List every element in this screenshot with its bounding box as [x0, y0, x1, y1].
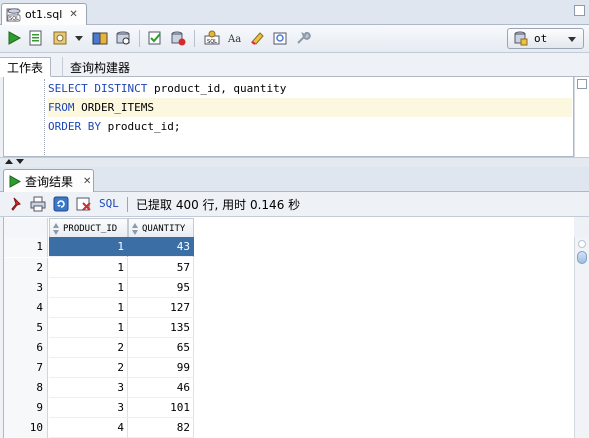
document-tab-label: ot1.sql: [25, 8, 63, 21]
results-toolbar: SQL 已提取 400 行, 用时 0.146 秒: [0, 192, 589, 217]
document-tab-strip: SQL ot1.sql ✕: [0, 0, 589, 25]
run-statement-button[interactable]: [4, 28, 24, 48]
commit-button[interactable]: [90, 28, 110, 48]
pin-icon: [11, 197, 21, 211]
freeze-view-button[interactable]: [7, 195, 25, 213]
tab-worksheet[interactable]: 工作表: [0, 57, 52, 77]
svg-text:SQL: SQL: [207, 39, 217, 45]
document-tab-ot1-sql[interactable]: SQL ot1.sql ✕: [1, 3, 87, 25]
svg-text:Aa: Aa: [227, 34, 241, 45]
autotrace-button[interactable]: [50, 28, 70, 48]
table-row[interactable]: 5 1 135: [4, 318, 574, 338]
tab-query-result[interactable]: 查询结果 ✕: [3, 169, 94, 192]
collapse-up-icon[interactable]: [5, 159, 13, 164]
wrench-icon: [297, 31, 311, 44]
scroll-thumb[interactable]: [577, 251, 587, 264]
sql-developer-window: SQL ot1.sql ✕ SQL Aa ot 工作表 查询构建器 SELECT…: [0, 0, 589, 438]
sql-history-icon: SQL: [204, 30, 220, 45]
checklist-icon: [148, 31, 161, 45]
database-connection-icon: [514, 31, 528, 46]
sql-link[interactable]: SQL: [99, 197, 119, 210]
editor-scrollbar[interactable]: [574, 77, 589, 157]
table-row[interactable]: 4 1 127: [4, 298, 574, 318]
results-grid[interactable]: PRODUCT_ID QUANTITY 1 1 43 2 1 57 3 1 95…: [3, 217, 574, 438]
scroll-up-button[interactable]: [578, 240, 586, 248]
autotrace-icon: [53, 31, 67, 45]
close-icon[interactable]: ✕: [83, 176, 91, 187]
chevron-down-icon[interactable]: [75, 36, 83, 41]
rollback-button[interactable]: [168, 28, 188, 48]
play-icon: [8, 31, 22, 45]
table-row[interactable]: 7 2 99: [4, 358, 574, 378]
results-tab-label: 查询结果: [25, 174, 74, 189]
clear-button[interactable]: [247, 28, 267, 48]
worksheet-sub-tabs: 工作表 查询构建器: [0, 54, 589, 77]
column-header-quantity[interactable]: QUANTITY: [128, 218, 194, 239]
svg-text:SQL: SQL: [9, 16, 19, 22]
table-row[interactable]: 8 3 46: [4, 378, 574, 398]
refresh-icon: [53, 196, 69, 212]
close-icon[interactable]: ✕: [69, 9, 77, 20]
sql-editor[interactable]: SELECT DISTINCT product_id, quantity FRO…: [3, 77, 574, 157]
eraser-icon: [251, 32, 264, 45]
table-row[interactable]: 2 1 57: [4, 258, 574, 278]
sort-icon: [53, 222, 60, 235]
worksheet-toolbar: SQL Aa ot: [0, 25, 589, 53]
table-row[interactable]: 3 1 95: [4, 278, 574, 298]
sql-file-icon: SQL: [6, 7, 21, 22]
fetch-status: 已提取 400 行, 用时 0.146 秒: [136, 198, 301, 212]
connection-select[interactable]: ot: [507, 28, 584, 49]
explain-plan-icon: [116, 31, 130, 45]
cancel-query-button[interactable]: [75, 195, 93, 213]
tools-button[interactable]: [293, 28, 313, 48]
tuning-advisor-icon: [273, 32, 287, 45]
run-script-button[interactable]: [26, 28, 46, 48]
run-script-icon: [29, 30, 42, 46]
sort-icon: [132, 222, 139, 235]
results-tab-strip: 查询结果 ✕: [0, 167, 589, 192]
play-icon: [9, 174, 21, 188]
tab-query-builder[interactable]: 查询构建器: [62, 57, 137, 77]
collapse-down-icon[interactable]: [16, 159, 24, 164]
refresh-button[interactable]: [52, 195, 70, 213]
table-row[interactable]: 1 1 43: [4, 237, 574, 257]
print-button[interactable]: [29, 195, 47, 213]
grid-header: PRODUCT_ID QUANTITY: [4, 218, 574, 239]
explain-plan-button[interactable]: [113, 28, 133, 48]
sql-history-button[interactable]: SQL: [202, 28, 222, 48]
code-line-3: ORDER BY product_id;: [48, 120, 181, 133]
sql-tuning-button[interactable]: [145, 28, 165, 48]
results-scrollbar[interactable]: [574, 237, 589, 438]
sql-tuning-advisor-button[interactable]: [270, 28, 290, 48]
change-case-icon: Aa: [227, 34, 241, 45]
column-header-product-id[interactable]: PRODUCT_ID: [49, 218, 128, 239]
table-row[interactable]: 9 3 101: [4, 398, 574, 418]
code-line-1: SELECT DISTINCT product_id, quantity: [48, 82, 287, 95]
printer-icon: [30, 196, 46, 212]
change-case-button[interactable]: Aa: [225, 28, 245, 48]
table-row[interactable]: 10 4 82: [4, 418, 574, 438]
chevron-down-icon: [568, 37, 576, 42]
pane-splitter[interactable]: [0, 157, 589, 167]
code-line-2: FROM ORDER_ITEMS: [48, 98, 572, 117]
connection-name: ot: [534, 32, 548, 45]
database-rollback-icon: [171, 31, 186, 46]
maximize-icon[interactable]: [574, 5, 585, 16]
table-row[interactable]: 6 2 65: [4, 338, 574, 358]
cancel-icon: [76, 197, 91, 211]
database-commit-icon: [92, 32, 108, 45]
